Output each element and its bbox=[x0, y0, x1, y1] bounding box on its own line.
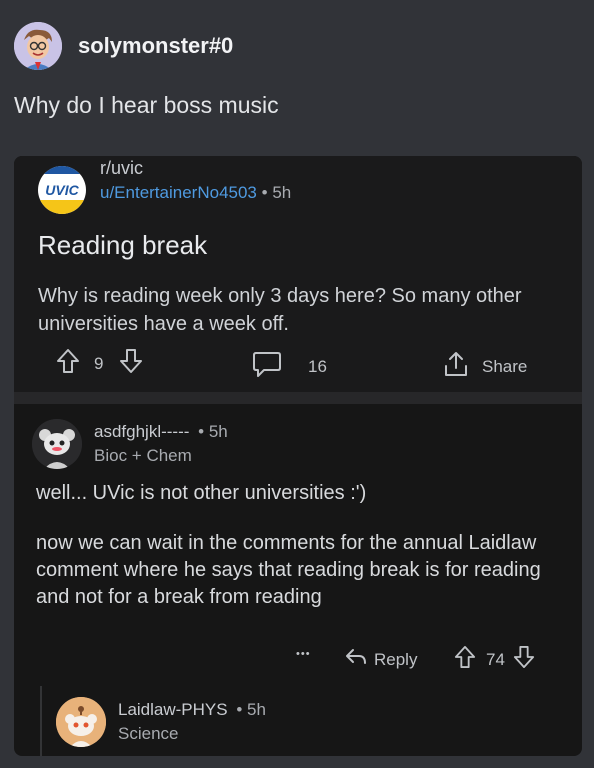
reply-author[interactable]: Laidlaw-PHYS bbox=[118, 700, 228, 719]
comment-downvote-icon[interactable] bbox=[513, 645, 535, 674]
subreddit-logo[interactable]: UVIC bbox=[38, 166, 86, 214]
post-age: 5h bbox=[272, 183, 292, 202]
message-header: solymonster#0 bbox=[14, 22, 233, 70]
share-button[interactable]: Share bbox=[442, 350, 527, 383]
reddit-embed[interactable]: UVIC r/uvic u/EntertainerNo4503 • 5h Rea… bbox=[14, 156, 582, 756]
upvote-count: 9 bbox=[94, 353, 104, 373]
post-divider bbox=[14, 392, 582, 404]
reply-label: Reply bbox=[374, 649, 418, 669]
reply-icon bbox=[344, 646, 368, 673]
comment-count: 16 bbox=[308, 356, 327, 376]
reply-separator: • bbox=[236, 700, 243, 719]
username[interactable]: solymonster#0 bbox=[78, 33, 233, 59]
reddit-post[interactable]: UVIC r/uvic u/EntertainerNo4503 • 5h Rea… bbox=[14, 156, 582, 392]
comment-flair: Bioc + Chem bbox=[94, 446, 192, 465]
post-title[interactable]: Reading break bbox=[38, 230, 207, 261]
logo-text: UVIC bbox=[45, 182, 79, 198]
subreddit-name[interactable]: r/uvic bbox=[100, 158, 143, 179]
comment-body-paragraph-2: now we can wait in the comments for the … bbox=[36, 532, 541, 608]
comment-age: 5h bbox=[208, 422, 228, 441]
reply-meta: Laidlaw-PHYS • 5h bbox=[118, 700, 266, 720]
comment-upvote-icon[interactable] bbox=[454, 645, 476, 674]
reply-age: 5h bbox=[247, 700, 266, 719]
message-text: Why do I hear boss music bbox=[14, 92, 279, 118]
comment-meta: asdfghjkl----- • 5h bbox=[94, 422, 228, 442]
user-avatar[interactable] bbox=[14, 22, 62, 70]
reply-avatar[interactable] bbox=[56, 697, 106, 747]
comment-icon bbox=[252, 350, 282, 383]
comment-vote-controls: 74 bbox=[454, 645, 535, 674]
comment-avatar[interactable] bbox=[32, 419, 82, 469]
upvote-icon[interactable] bbox=[56, 348, 80, 379]
post-author[interactable]: u/EntertainerNo4503 bbox=[100, 183, 257, 202]
share-icon bbox=[442, 350, 470, 383]
downvote-icon[interactable] bbox=[119, 348, 143, 379]
comments-button[interactable]: 16 bbox=[252, 350, 327, 383]
reply-button[interactable]: Reply bbox=[344, 646, 417, 673]
comment-author[interactable]: asdfghjkl----- bbox=[94, 422, 189, 441]
vote-controls: 9 bbox=[56, 348, 143, 379]
thread-line bbox=[40, 686, 42, 756]
comment-body-paragraph-1: well... UVic is not other universities :… bbox=[36, 482, 367, 504]
more-icon: ••• bbox=[296, 648, 311, 660]
post-body: Why is reading week only 3 days here? So… bbox=[38, 285, 522, 335]
reply-flair: Science bbox=[118, 724, 179, 743]
comment-score: 74 bbox=[486, 649, 505, 669]
share-label: Share bbox=[482, 356, 528, 376]
post-meta: u/EntertainerNo4503 • 5h bbox=[100, 183, 291, 203]
more-options-button[interactable]: ••• bbox=[296, 648, 311, 660]
comment-separator: • bbox=[198, 422, 205, 441]
meta-separator: • bbox=[261, 183, 268, 202]
